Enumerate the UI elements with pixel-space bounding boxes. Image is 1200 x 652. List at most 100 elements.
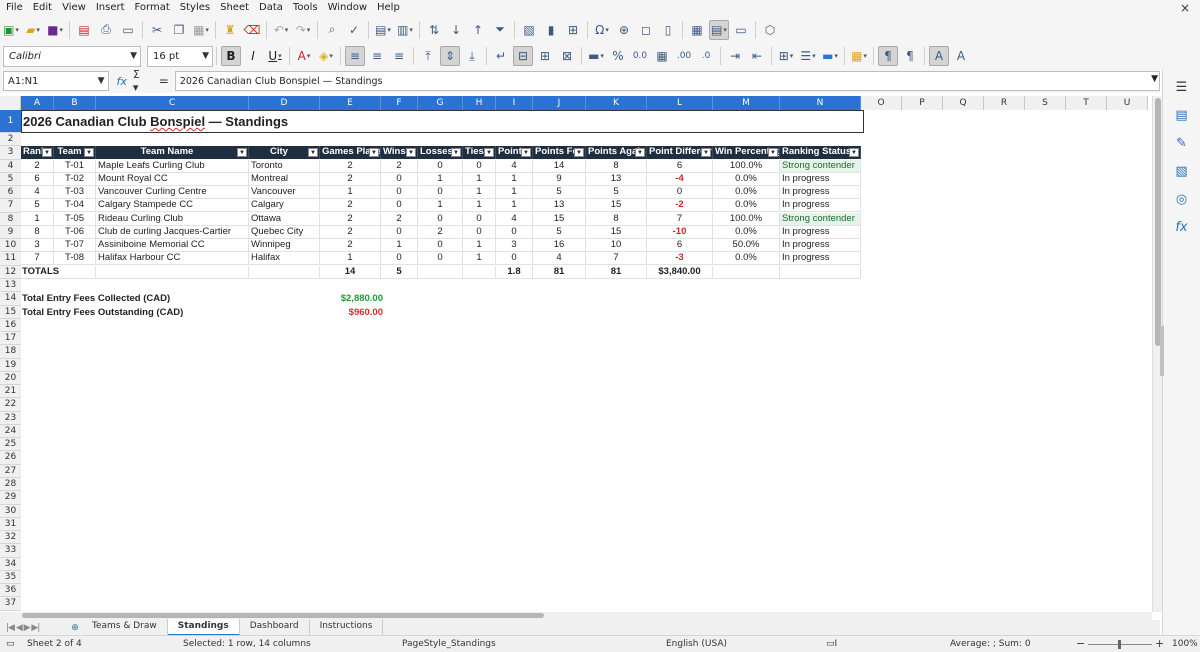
column-title[interactable]: Point Differential▼	[647, 146, 713, 160]
cell[interactable]: 1	[463, 239, 496, 253]
cell[interactable]: 4	[496, 159, 533, 173]
column-header[interactable]: T	[1066, 96, 1107, 110]
cell[interactable]: T-06	[54, 225, 96, 239]
tab-navigation-icon[interactable]: |◀ ◀ ▶ ▶|	[0, 623, 68, 633]
spelling-icon[interactable]: ✓	[344, 20, 364, 40]
row-icon[interactable]: ▤	[373, 20, 393, 40]
merge-center-icon[interactable]: ⊟	[513, 46, 533, 66]
cell[interactable]: 15	[586, 225, 647, 239]
status-language[interactable]: English (USA)	[666, 639, 727, 649]
add-sheet-icon[interactable]: ⊕	[68, 623, 82, 633]
cell[interactable]: Ottawa	[249, 212, 320, 226]
increase-indent-icon[interactable]: ⇥	[725, 46, 745, 66]
cell[interactable]: 13	[533, 199, 586, 213]
cell[interactable]: 0	[463, 225, 496, 239]
column-header[interactable]: M	[713, 96, 780, 110]
cell[interactable]: T-04	[54, 199, 96, 213]
menu-view[interactable]: View	[57, 0, 91, 16]
cell[interactable]: 6	[647, 239, 713, 253]
cell[interactable]: Calgary	[249, 199, 320, 213]
cell[interactable]: 3	[496, 239, 533, 253]
row-header[interactable]: 20	[0, 371, 21, 386]
delete-decimal-icon[interactable]: .0	[696, 46, 716, 66]
select-all-corner[interactable]	[0, 96, 21, 110]
row-header[interactable]: 1	[0, 110, 21, 133]
autofilter-dropdown-icon[interactable]: ▼	[849, 148, 859, 158]
cell[interactable]: 1	[418, 172, 463, 186]
autofilter-dropdown-icon[interactable]: ▼	[701, 148, 711, 158]
export-pdf-icon[interactable]: ▤	[74, 20, 94, 40]
cell[interactable]: 6	[647, 159, 713, 173]
vertical-scrollbar-thumb[interactable]	[1155, 98, 1161, 346]
menu-edit[interactable]: Edit	[28, 0, 57, 16]
row-header[interactable]: 25	[0, 438, 21, 452]
align-top-icon[interactable]: ⤒	[418, 46, 438, 66]
autofilter-dropdown-icon[interactable]: ▼	[451, 148, 461, 158]
column-header[interactable]: P	[902, 96, 943, 110]
print-preview-icon[interactable]: ▭	[118, 20, 138, 40]
fee-label[interactable]: Total Entry Fees Outstanding (CAD)	[22, 307, 183, 318]
cell[interactable]: 13	[586, 172, 647, 186]
cell[interactable]: 0	[381, 252, 418, 266]
cell[interactable]: 7	[21, 252, 54, 266]
row-header[interactable]: 8	[0, 212, 21, 226]
functions-icon[interactable]: fx	[1171, 216, 1193, 238]
cell[interactable]: 0	[418, 159, 463, 173]
find-replace-icon[interactable]: ⌕	[322, 20, 342, 40]
cell[interactable]: 15	[586, 199, 647, 213]
cell[interactable]: T-02	[54, 172, 96, 186]
cell[interactable]: 2	[320, 239, 381, 253]
cell[interactable]: In progress	[780, 199, 861, 213]
zoom-slider-thumb[interactable]	[1118, 640, 1121, 649]
column-header[interactable]: L	[647, 96, 713, 110]
sum-icon[interactable]: Σ ▾	[133, 68, 149, 94]
column-header[interactable]: I	[496, 96, 533, 110]
row-header[interactable]: 23	[0, 411, 21, 425]
cell[interactable]: 0.0%	[713, 172, 780, 186]
title-cell[interactable]: 2026 Canadian Club Bonspiel — Standings	[21, 110, 864, 133]
add-decimal-icon[interactable]: .00	[674, 46, 694, 66]
cell[interactable]: 14	[533, 159, 586, 173]
column-header[interactable]: F	[381, 96, 418, 110]
row-header[interactable]: 37	[0, 597, 21, 611]
cell[interactable]: 100.0%	[713, 159, 780, 173]
split-handle[interactable]	[1160, 326, 1164, 376]
cell[interactable]: In progress	[780, 172, 861, 186]
zoom-out-button[interactable]: −	[1076, 637, 1085, 650]
cell[interactable]: 16	[533, 239, 586, 253]
cell[interactable]: T-08	[54, 252, 96, 266]
column-header[interactable]: R	[984, 96, 1025, 110]
column-title[interactable]: Losses ▼	[418, 146, 463, 160]
cell[interactable]: 1	[320, 186, 381, 200]
cell[interactable]: 5	[21, 199, 54, 213]
sheet-tab[interactable]: Teams & Draw	[82, 619, 168, 636]
cut-icon[interactable]: ✂	[147, 20, 167, 40]
row-header[interactable]: 30	[0, 504, 21, 518]
column-title[interactable]: Win Percentage ▼	[713, 146, 780, 160]
sort-descending-icon[interactable]: ↑	[468, 20, 488, 40]
cell[interactable]: 2	[320, 225, 381, 239]
freeze-rows-columns-icon[interactable]: ▤	[709, 19, 729, 40]
sidebar-menu-icon[interactable]: ☰	[1171, 76, 1193, 98]
horizontal-scrollbar-thumb[interactable]	[22, 613, 544, 618]
cell[interactable]: 10	[586, 239, 647, 253]
menu-tools[interactable]: Tools	[288, 0, 323, 16]
row-header[interactable]: 27	[0, 464, 21, 479]
row-header[interactable]: 10	[0, 239, 21, 253]
status-page-style[interactable]: PageStyle_Standings	[402, 639, 496, 649]
row-header[interactable]: 9	[0, 225, 21, 240]
row-header[interactable]: 21	[0, 385, 21, 399]
date-format-icon[interactable]: ▦	[652, 46, 672, 66]
row-header[interactable]: 33	[0, 544, 21, 558]
totals-value[interactable]: 81	[533, 265, 586, 279]
function-wizard-icon[interactable]: fx	[117, 75, 127, 88]
cell[interactable]: 1	[496, 172, 533, 186]
wrap-text-icon[interactable]: ↵	[491, 46, 511, 66]
border-color-icon[interactable]: ▬	[820, 46, 840, 66]
underline-icon[interactable]: U	[265, 46, 285, 66]
new-icon[interactable]: ▣	[1, 20, 21, 40]
row-header[interactable]: 19	[0, 358, 21, 372]
cell[interactable]: 2	[21, 159, 54, 173]
cell[interactable]: 0	[418, 212, 463, 226]
styles-icon[interactable]: ✎	[1171, 132, 1193, 154]
